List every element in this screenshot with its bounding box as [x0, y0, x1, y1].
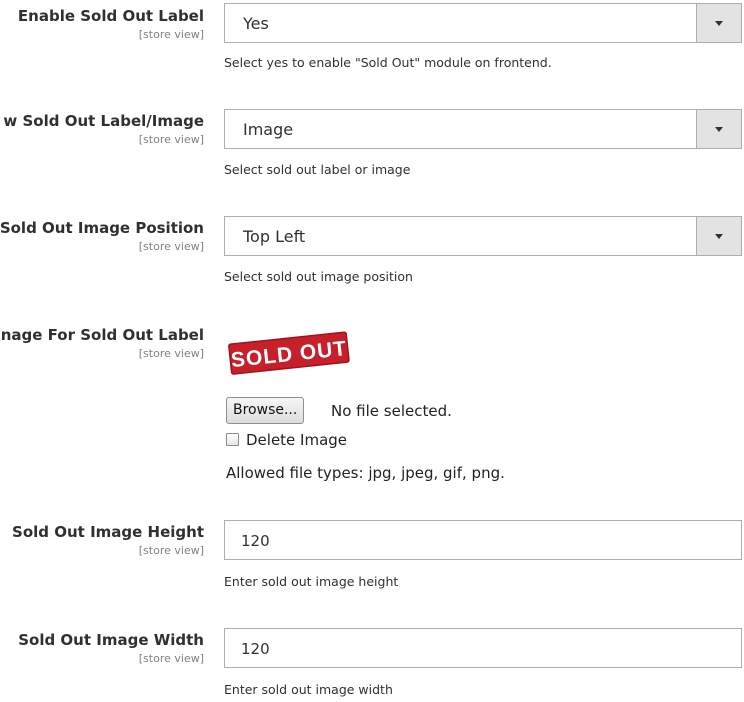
chevron-down-icon: [715, 21, 723, 26]
delete-image-label[interactable]: Delete Image: [246, 430, 347, 450]
image-position-note: Select sold out image position: [224, 269, 413, 284]
dropdown-button[interactable]: [696, 110, 741, 148]
config-form: Enable Sold Out Label [store view] Yes S…: [0, 0, 744, 702]
delete-image-checkbox[interactable]: [226, 433, 239, 446]
show-label-image-select[interactable]: Image: [224, 109, 742, 149]
chevron-down-icon: [715, 127, 723, 132]
image-width-note: Enter sold out image width: [224, 682, 393, 697]
show-label-image-value: Image: [243, 120, 294, 139]
image-height-note: Enter sold out image height: [224, 574, 399, 589]
image-position-value: Top Left: [243, 227, 306, 246]
image-position-scope: [store view]: [138, 240, 204, 253]
image-for-label-scope: [store view]: [138, 347, 204, 360]
enable-sold-out-label-note: Select yes to enable "Sold Out" module o…: [224, 55, 552, 70]
chevron-down-icon: [715, 234, 723, 239]
file-status-text: No file selected.: [331, 402, 452, 420]
show-label-image-scope: [store view]: [138, 133, 204, 146]
image-width-title: Sold Out Image Width: [18, 631, 204, 649]
image-position-select[interactable]: Top Left: [224, 216, 742, 256]
image-position-title: Sold Out Image Position: [0, 219, 204, 237]
show-label-image-note: Select sold out label or image: [224, 162, 411, 177]
allowed-file-types-note: Allowed file types: jpg, jpeg, gif, png.: [226, 464, 505, 482]
image-height-title: Sold Out Image Height: [12, 523, 204, 541]
dropdown-button[interactable]: [696, 217, 741, 255]
image-height-scope: [store view]: [138, 544, 204, 557]
enable-sold-out-label-value: Yes: [243, 14, 269, 33]
dropdown-button[interactable]: [696, 4, 741, 42]
image-for-label-title: nage For Sold Out Label: [0, 326, 204, 344]
enable-sold-out-label-scope: [store view]: [138, 28, 204, 41]
image-width-input[interactable]: 120: [224, 628, 742, 668]
image-height-input[interactable]: 120: [224, 520, 742, 560]
show-label-image-title: w Sold Out Label/Image: [3, 112, 204, 130]
enable-sold-out-label-select[interactable]: Yes: [224, 3, 742, 43]
sold-out-image-preview: SOLD OUT: [228, 331, 350, 375]
enable-sold-out-label-title: Enable Sold Out Label: [17, 7, 204, 25]
image-height-value: 120: [241, 532, 270, 550]
image-width-value: 120: [241, 640, 270, 658]
browse-button[interactable]: Browse...: [226, 397, 305, 424]
image-width-scope: [store view]: [138, 652, 204, 665]
